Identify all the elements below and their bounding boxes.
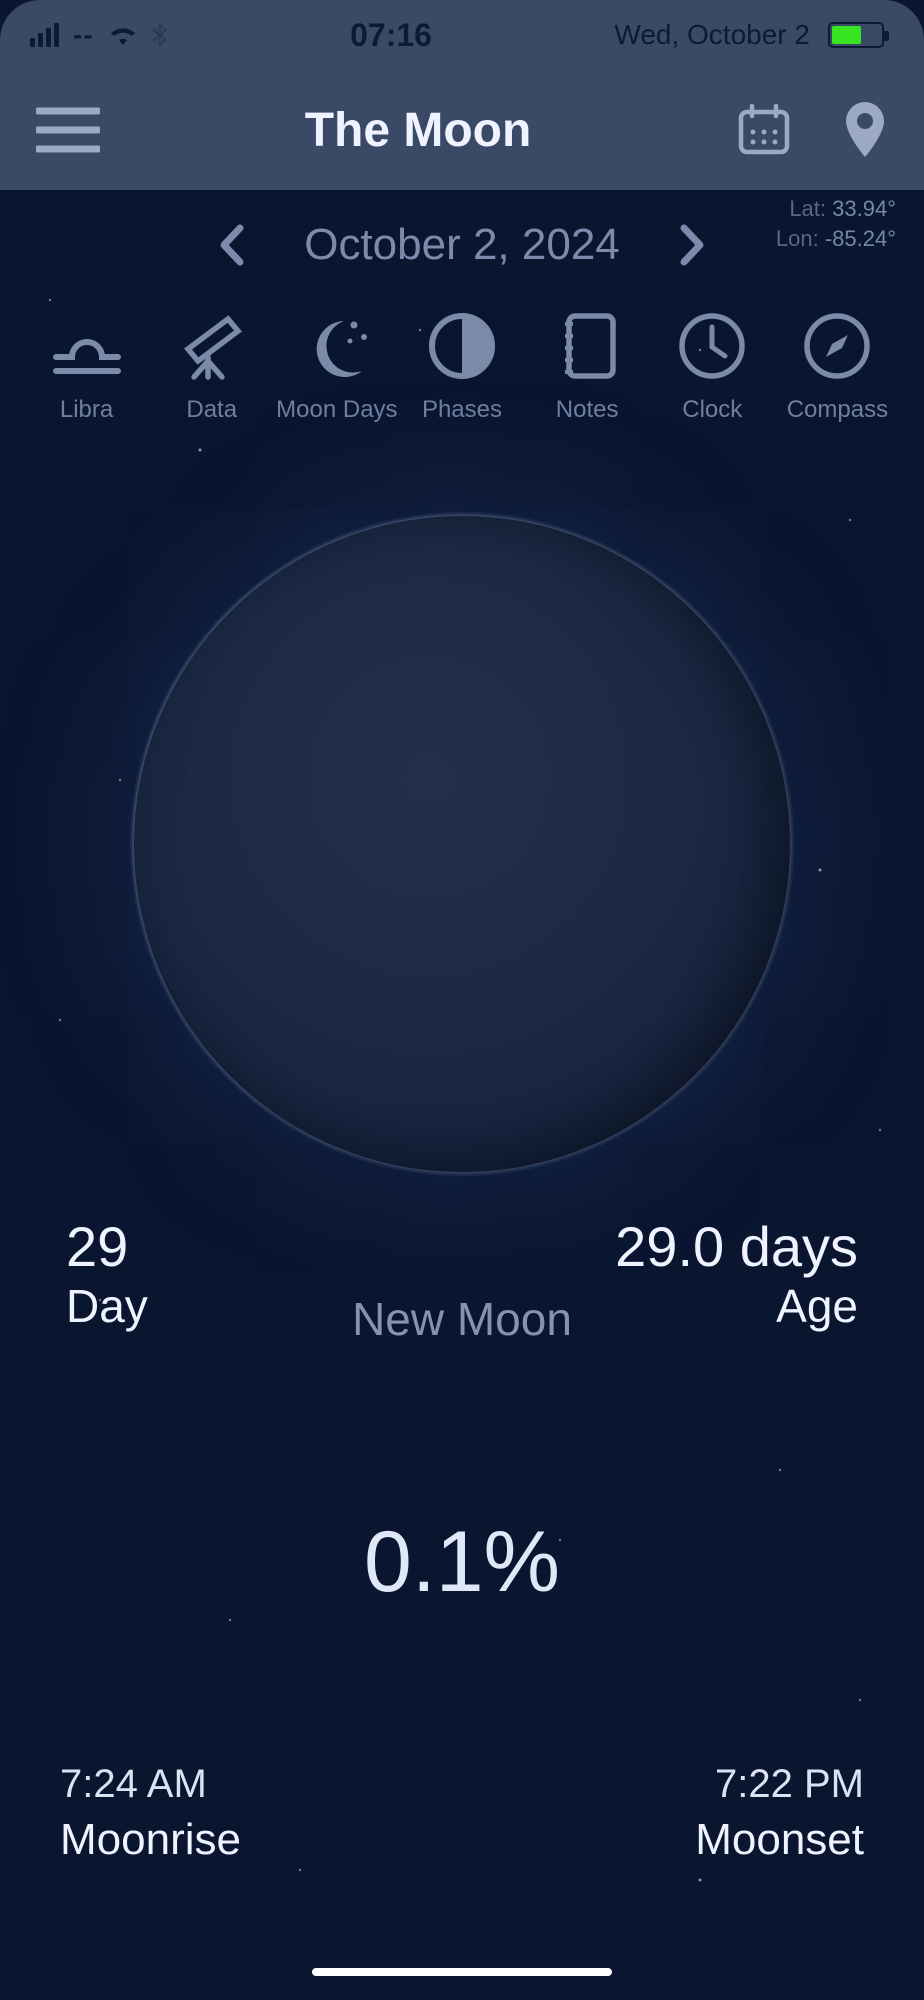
tab-notes[interactable]: Notes [525, 310, 650, 424]
calendar-icon[interactable] [736, 102, 792, 158]
tab-compass[interactable]: Compass [775, 310, 900, 424]
battery-icon [828, 22, 884, 48]
moonrise-label: Moonrise [60, 1815, 241, 1865]
next-day-button[interactable] [680, 224, 706, 266]
moon-day-number: 29 [66, 1214, 148, 1279]
moon-phase-name: New Moon [0, 1292, 924, 1346]
nav-bar: The Moon [0, 70, 924, 190]
tab-libra[interactable]: Libra [24, 310, 149, 424]
cellular-signal-icon [30, 23, 59, 47]
section-tabs: Libra Data Moon Days Phases Notes Clock [0, 300, 924, 424]
page-title: The Moon [305, 103, 532, 158]
status-right: Wed, October 2 [614, 19, 884, 51]
lat-label: Lat: [789, 196, 826, 221]
location-pin-icon[interactable] [842, 100, 888, 160]
notebook-icon [555, 310, 619, 382]
moonrise-time: 7:24 AM [60, 1762, 241, 1807]
lat-value: 33.94° [832, 196, 896, 221]
compass-icon [802, 310, 872, 382]
tab-moon-days[interactable]: Moon Days [274, 310, 399, 424]
moon-illumination: 0.1% [0, 1513, 924, 1612]
tab-clock[interactable]: Clock [650, 310, 775, 424]
libra-icon [50, 310, 124, 382]
menu-icon[interactable] [36, 107, 100, 153]
moonset-label: Moonset [695, 1815, 864, 1865]
moon-age-value: 29.0 days [615, 1214, 858, 1279]
moon-visual-container [0, 514, 924, 1174]
tab-label: Moon Days [276, 396, 397, 424]
lon-label: Lon: [776, 226, 819, 251]
tab-label: Phases [422, 396, 502, 424]
phase-icon [427, 310, 497, 382]
tab-label: Compass [787, 396, 888, 424]
date-navigator: October 2, 2024 Lat: 33.94° Lon: -85.24° [0, 190, 924, 300]
current-date[interactable]: October 2, 2024 [304, 220, 620, 270]
status-date: Wed, October 2 [614, 19, 810, 51]
bluetooth-icon [152, 22, 168, 48]
clock-icon [677, 310, 747, 382]
moonset-time: 7:22 PM [695, 1762, 864, 1807]
rise-set-row: 7:24 AM Moonrise 7:22 PM Moonset [0, 1612, 924, 1865]
tab-label: Data [186, 396, 237, 424]
status-left: -- [30, 19, 168, 51]
status-time: 07:16 [350, 17, 432, 54]
tab-data[interactable]: Data [149, 310, 274, 424]
prev-day-button[interactable] [218, 224, 244, 266]
moon-stars-icon [300, 310, 374, 382]
home-indicator[interactable] [312, 1968, 612, 1976]
location-readout: Lat: 33.94° Lon: -85.24° [776, 194, 896, 253]
tab-phases[interactable]: Phases [399, 310, 524, 424]
signal-extra: -- [73, 19, 94, 51]
moon-stats-row: 29 Day 29.0 days Age New Moon [0, 1174, 924, 1333]
status-bar: -- 07:16 Wed, October 2 [0, 0, 924, 70]
tab-label: Notes [556, 396, 619, 424]
lon-value: -85.24° [825, 226, 896, 251]
wifi-icon [108, 24, 138, 46]
telescope-icon [176, 310, 248, 382]
moon-disc[interactable] [132, 514, 792, 1174]
tab-label: Libra [60, 396, 113, 424]
tab-label: Clock [682, 396, 742, 424]
